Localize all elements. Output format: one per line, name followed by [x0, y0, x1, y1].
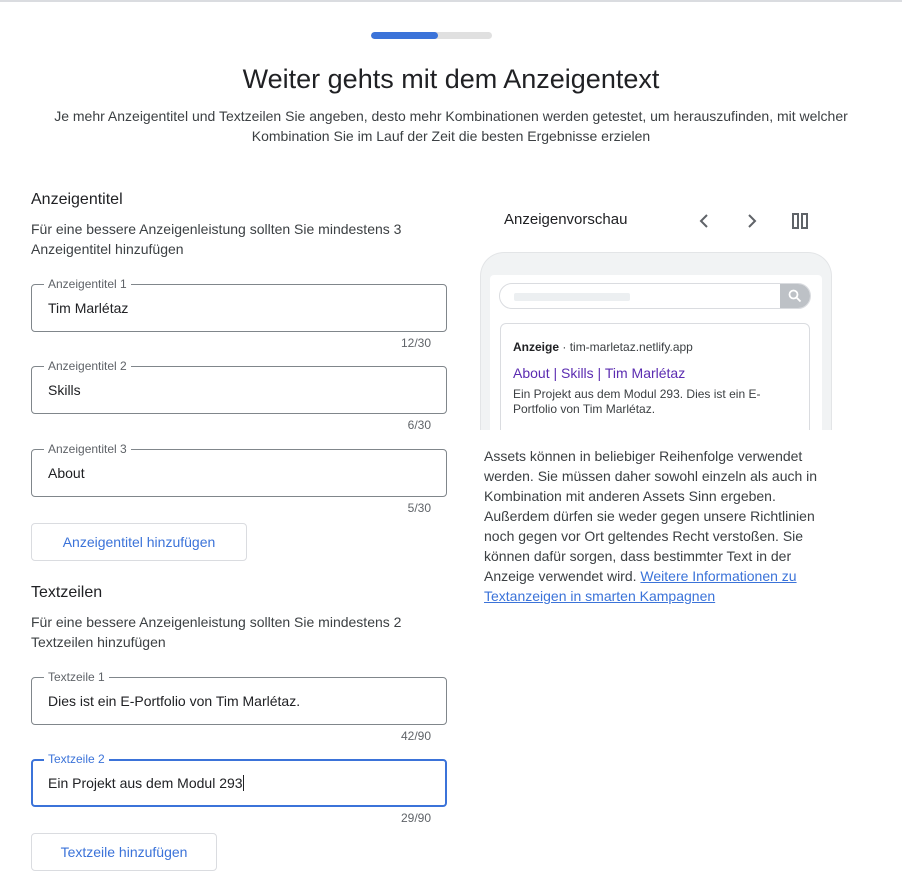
progress-bar-fill [371, 32, 438, 39]
description-field-1-input[interactable]: Dies ist ein E-Portfolio von Tim Marléta… [48, 692, 300, 710]
search-placeholder [514, 293, 630, 301]
ad-meta: Anzeige · tim-marletaz.netlify.app [513, 340, 693, 354]
ad-headline: About | Skills | Tim Marlétaz [513, 365, 686, 381]
preview-title: Anzeigenvorschau [504, 211, 628, 228]
headline-field-2[interactable]: Anzeigentitel 2 Skills [31, 359, 447, 414]
chevron-left-icon[interactable] [692, 209, 716, 233]
descriptions-hint: Für eine bessere Anzeigenleistung sollte… [31, 614, 402, 650]
description-field-1-counter: 42/90 [400, 729, 431, 743]
add-headline-button[interactable]: Anzeigentitel hinzufügen [31, 523, 247, 561]
description-field-1[interactable]: Textzeile 1 Dies ist ein E-Portfolio von… [31, 670, 447, 725]
description-field-2-counter: 29/90 [400, 811, 431, 825]
top-divider [0, 0, 902, 2]
headline-field-1-label: Anzeigentitel 1 [44, 277, 131, 291]
description-field-2-input[interactable]: Ein Projekt aus dem Modul 293 [48, 774, 244, 792]
assets-info-text: Assets können in beliebiger Reihenfolge … [484, 448, 818, 584]
page-title: Weiter gehts mit dem Anzeigentext [242, 64, 660, 94]
headline-field-1[interactable]: Anzeigentitel 1 Tim Marlétaz [31, 277, 447, 332]
descriptions-section-title: Textzeilen [31, 584, 103, 601]
ad-preview-card: Anzeige · tim-marletaz.netlify.app About… [500, 323, 810, 430]
headline-field-1-input[interactable]: Tim Marlétaz [48, 299, 128, 317]
description-field-2[interactable]: Textzeile 2 Ein Projekt aus dem Modul 29… [31, 752, 447, 807]
headlines-hint: Für eine bessere Anzeigenleistung sollte… [31, 221, 402, 257]
ad-label: Anzeige [513, 340, 560, 354]
ad-description: Ein Projekt aus dem Modul 293. Dies ist … [513, 387, 761, 416]
headline-field-2-input[interactable]: Skills [48, 381, 81, 399]
description-field-2-label: Textzeile 2 [44, 752, 109, 766]
headline-field-3-input[interactable]: About [48, 464, 85, 482]
description-field-1-label: Textzeile 1 [44, 670, 109, 684]
columns-icon[interactable] [788, 209, 812, 233]
ad-domain: tim-marletaz.netlify.app [569, 340, 693, 354]
headline-field-2-label: Anzeigentitel 2 [44, 359, 131, 373]
phone-screen: Anzeige · tim-marletaz.netlify.app About… [490, 275, 822, 430]
add-description-button[interactable]: Textzeile hinzufügen [31, 833, 217, 871]
page-subtitle: Je mehr Anzeigentitel und Textzeilen Sie… [54, 108, 848, 144]
preview-search-bar [499, 283, 811, 309]
headline-field-3[interactable]: Anzeigentitel 3 About [31, 442, 447, 497]
chevron-right-icon[interactable] [740, 209, 764, 233]
headline-field-3-label: Anzeigentitel 3 [44, 442, 131, 456]
headline-field-1-counter: 12/30 [400, 336, 431, 350]
headlines-section-title: Anzeigentitel [31, 191, 123, 208]
phone-preview-frame: Anzeige · tim-marletaz.netlify.app About… [480, 252, 832, 430]
search-icon [780, 284, 810, 308]
headline-field-3-counter: 5/30 [407, 501, 431, 515]
description-field-2-value: Ein Projekt aus dem Modul 293 [48, 775, 243, 791]
text-caret [242, 775, 244, 791]
ad-meta-separator: · [559, 340, 570, 354]
headline-field-2-counter: 6/30 [407, 418, 431, 432]
progress-bar [371, 32, 492, 39]
assets-info: Assets können in beliebiger Reihenfolge … [484, 446, 834, 606]
